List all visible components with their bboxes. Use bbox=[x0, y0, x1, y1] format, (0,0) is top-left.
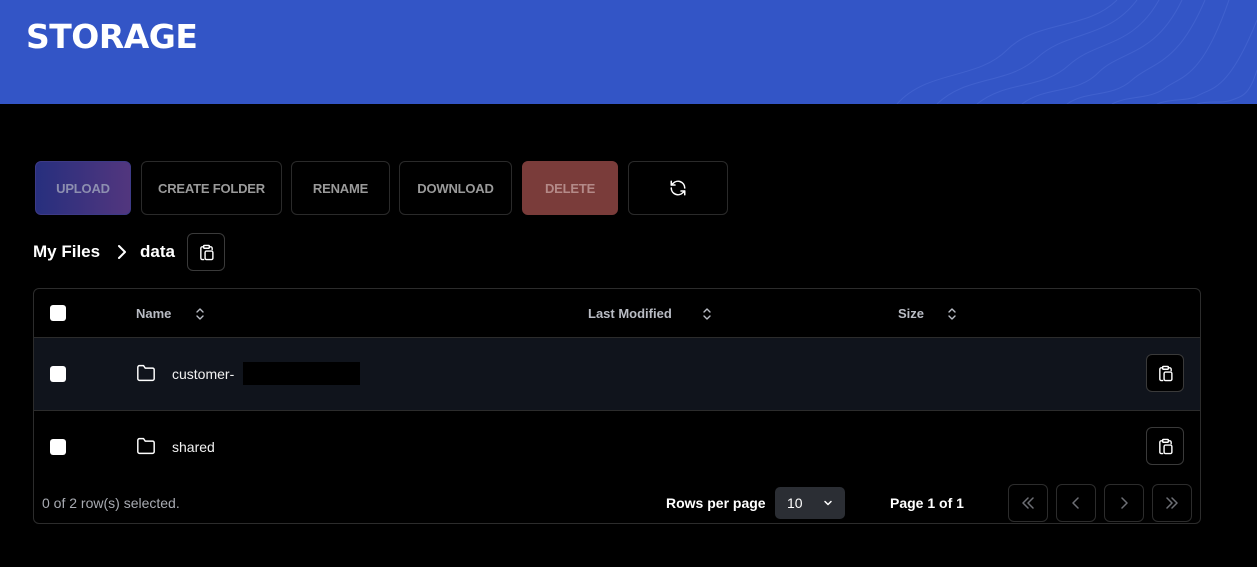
select-all-checkbox[interactable] bbox=[50, 305, 66, 321]
upload-button[interactable]: UPLOAD bbox=[35, 161, 131, 215]
rename-button[interactable]: RENAME bbox=[291, 161, 390, 215]
sort-icon[interactable] bbox=[702, 307, 712, 321]
clipboard-copy-icon bbox=[1158, 365, 1173, 381]
delete-button[interactable]: DELETE bbox=[522, 161, 618, 215]
chevron-right-icon bbox=[118, 245, 126, 259]
copy-path-button[interactable] bbox=[1146, 354, 1184, 392]
chevrons-right-icon bbox=[1166, 497, 1178, 509]
row-checkbox[interactable] bbox=[50, 366, 66, 382]
page-header: STORAGE bbox=[0, 0, 1257, 104]
rows-per-page-select[interactable]: 10 bbox=[775, 487, 845, 519]
chevrons-left-icon bbox=[1022, 497, 1034, 509]
sort-icon[interactable] bbox=[947, 307, 957, 321]
column-size-header[interactable]: Size bbox=[898, 306, 924, 321]
folder-icon bbox=[137, 437, 155, 455]
column-name-header[interactable]: Name bbox=[136, 306, 171, 321]
clipboard-copy-icon bbox=[1158, 438, 1173, 454]
sort-icon[interactable] bbox=[195, 307, 205, 321]
chevron-right-icon bbox=[1121, 497, 1128, 509]
page-indicator: Page 1 of 1 bbox=[890, 495, 964, 511]
folder-icon bbox=[137, 364, 155, 382]
selection-status: 0 of 2 row(s) selected. bbox=[42, 495, 180, 511]
clipboard-copy-icon bbox=[199, 244, 214, 260]
next-page-button[interactable] bbox=[1104, 484, 1144, 522]
chevron-down-icon bbox=[824, 500, 832, 506]
topographic-pattern bbox=[896, 0, 1257, 104]
rows-per-page-value: 10 bbox=[787, 495, 803, 511]
download-button[interactable]: DOWNLOAD bbox=[399, 161, 512, 215]
page-title: STORAGE bbox=[26, 17, 198, 56]
last-page-button[interactable] bbox=[1152, 484, 1192, 522]
file-name[interactable]: shared bbox=[172, 439, 215, 455]
copy-path-button[interactable] bbox=[187, 233, 225, 271]
file-name[interactable]: customer- bbox=[172, 366, 234, 382]
row-checkbox[interactable] bbox=[50, 439, 66, 455]
file-table: Name Last Modified Size customer- shared… bbox=[33, 288, 1201, 524]
copy-path-button[interactable] bbox=[1146, 427, 1184, 465]
breadcrumb-my-files[interactable]: My Files bbox=[33, 242, 100, 262]
first-page-button[interactable] bbox=[1008, 484, 1048, 522]
table-header: Name Last Modified Size bbox=[34, 289, 1200, 338]
column-last-modified-header[interactable]: Last Modified bbox=[588, 306, 672, 321]
chevron-left-icon bbox=[1072, 497, 1079, 509]
redaction-block bbox=[243, 362, 360, 385]
rows-per-page-label: Rows per page bbox=[666, 495, 766, 511]
refresh-button[interactable] bbox=[628, 161, 728, 215]
breadcrumb-current: data bbox=[140, 242, 175, 261]
previous-page-button[interactable] bbox=[1056, 484, 1096, 522]
table-row[interactable]: shared bbox=[34, 411, 1200, 484]
table-row[interactable]: customer- bbox=[34, 338, 1200, 411]
create-folder-button[interactable]: CREATE FOLDER bbox=[141, 161, 282, 215]
refresh-icon bbox=[670, 180, 686, 196]
